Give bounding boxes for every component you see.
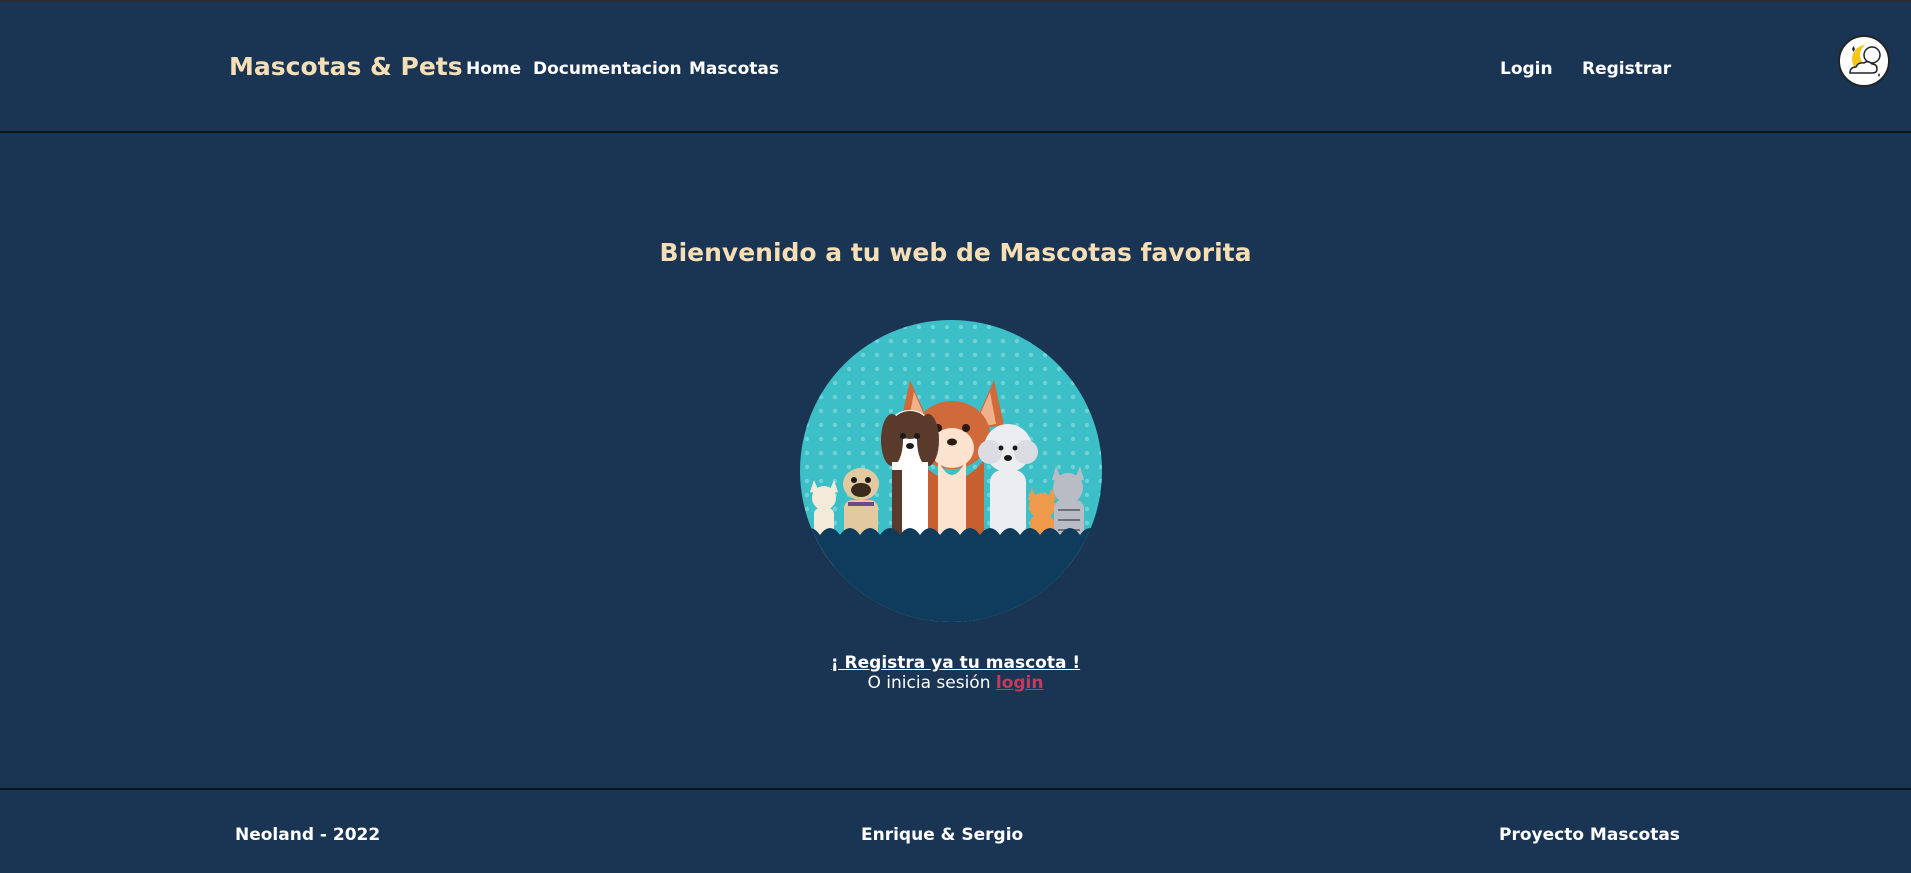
brand-logo-link[interactable]: Mascotas & Pets xyxy=(229,52,463,81)
login-link[interactable]: Login xyxy=(1500,59,1553,79)
theme-toggle-button[interactable] xyxy=(1838,35,1890,87)
footer-authors: Enrique & Sergio xyxy=(861,825,1024,845)
register-link[interactable]: Registrar xyxy=(1582,59,1671,79)
moon-cloud-icon xyxy=(1849,43,1884,77)
register-pet-link[interactable]: ¡ Registra ya tu mascota ! xyxy=(831,653,1080,673)
call-to-action: ¡ Registra ya tu mascota ! O inicia sesi… xyxy=(0,653,1911,693)
nav-mascotas[interactable]: Mascotas xyxy=(689,59,779,79)
footer-project: Proyecto Mascotas xyxy=(1499,825,1680,845)
footer-copyright: Neoland - 2022 xyxy=(235,825,381,845)
login-prompt-text: O inicia sesión xyxy=(867,673,991,693)
site-footer: Neoland - 2022 Enrique & Sergio Proyecto… xyxy=(0,788,1911,873)
cta-login-link[interactable]: login xyxy=(996,673,1044,693)
page-title: Bienvenido a tu web de Mascotas favorita xyxy=(659,238,1252,267)
site-header: Mascotas & Pets Home Documentacion Masco… xyxy=(0,2,1911,133)
pets-illustration xyxy=(800,320,1102,622)
nav-documentacion[interactable]: Documentacion xyxy=(533,59,682,79)
nav-home[interactable]: Home xyxy=(466,59,521,79)
